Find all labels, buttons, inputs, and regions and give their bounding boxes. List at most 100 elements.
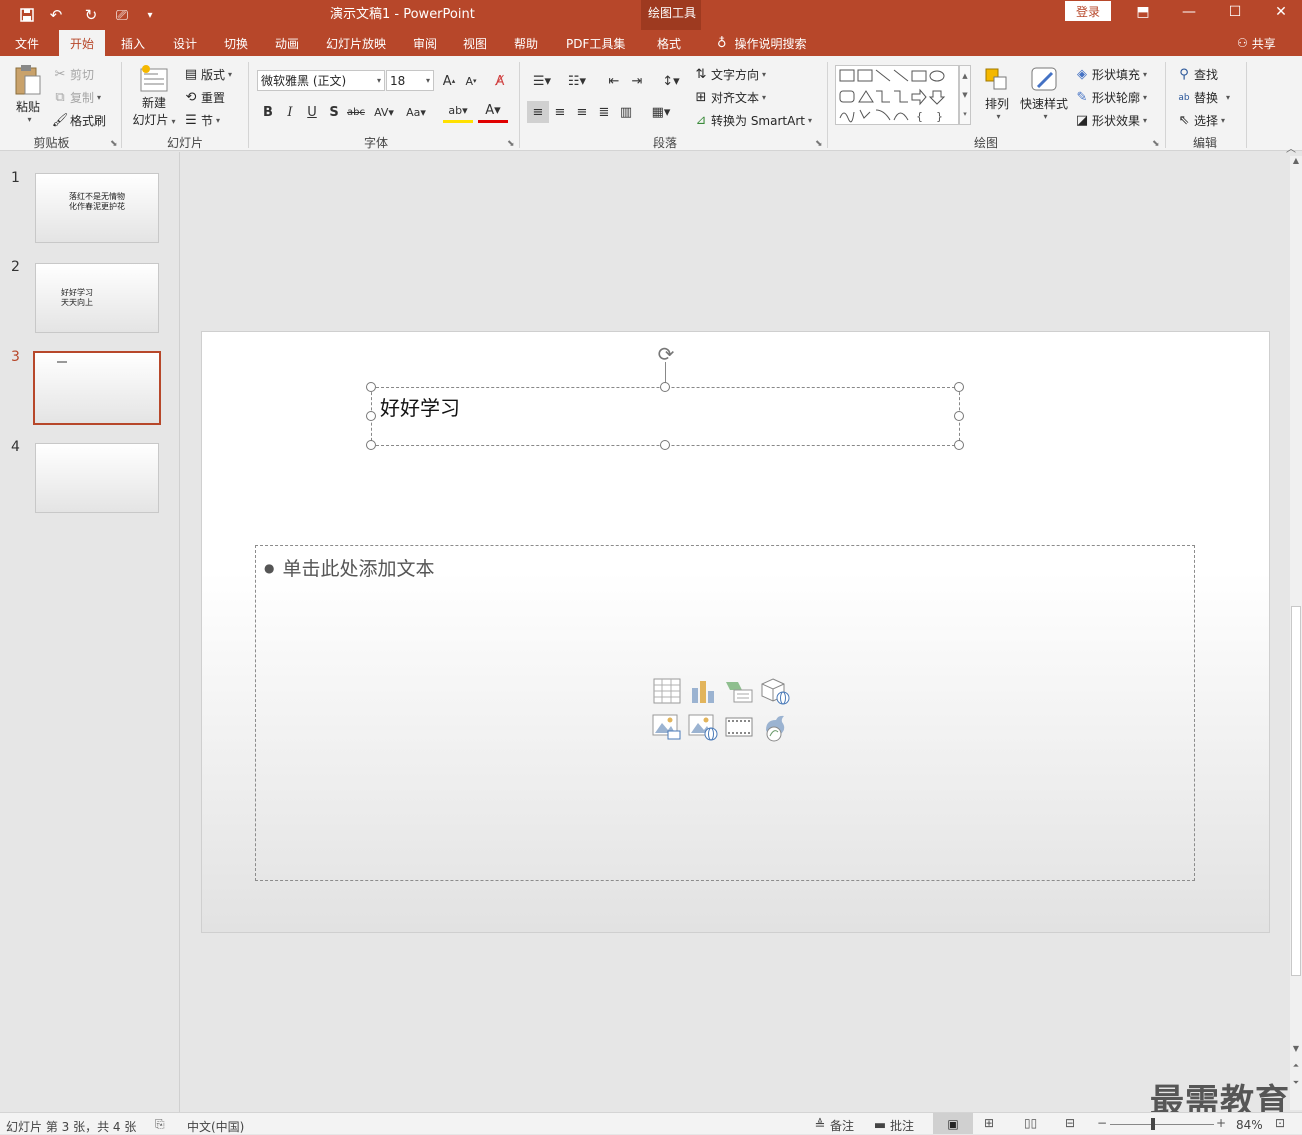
font-size-select[interactable]: 18 ▾ xyxy=(386,70,434,91)
slide-thumbnail-4[interactable] xyxy=(35,443,159,513)
scrollbar-thumb[interactable] xyxy=(1291,606,1301,976)
zoom-slider-thumb[interactable] xyxy=(1151,1118,1155,1130)
strikethrough-icon[interactable]: abc xyxy=(345,101,367,123)
paragraph-launcher-icon[interactable]: ⬊ xyxy=(815,139,823,149)
language-status[interactable]: 中文(中国) xyxy=(187,1118,244,1135)
shape-fill-button[interactable]: ◈ 形状填充 ▾ xyxy=(1074,66,1147,83)
align-left-icon[interactable]: ≡ xyxy=(527,101,549,123)
resize-handle[interactable] xyxy=(366,411,376,421)
notes-button[interactable]: ≜ 备注 xyxy=(812,1117,854,1134)
collapse-ribbon-icon[interactable]: ︿ xyxy=(1286,140,1296,155)
slide-thumbnail-1[interactable]: 落红不是无情物 化作春泥更护花 xyxy=(35,173,159,243)
resize-handle[interactable] xyxy=(954,411,964,421)
shape-effects-button[interactable]: ◪ 形状效果 ▾ xyxy=(1074,112,1147,129)
resize-handle[interactable] xyxy=(954,440,964,450)
scroll-down-icon[interactable]: ▼ xyxy=(1290,1044,1302,1058)
change-case-icon[interactable]: Aa▾ xyxy=(401,101,431,123)
tab-slideshow[interactable]: 幻灯片放映 xyxy=(315,30,397,56)
tab-home[interactable]: 开始 xyxy=(59,30,106,56)
scroll-up-icon[interactable]: ▲ xyxy=(1290,156,1302,170)
insert-smartart-icon[interactable] xyxy=(724,676,754,706)
insert-picture-icon[interactable] xyxy=(652,712,682,742)
comments-button[interactable]: ▬ 批注 xyxy=(872,1117,914,1134)
distributed-icon[interactable]: ▥ xyxy=(615,101,637,123)
slide-thumbnail-2[interactable]: 好好学习 天天向上 xyxy=(35,263,159,333)
font-name-select[interactable]: 微软雅黑 (正文) ▾ xyxy=(257,70,385,91)
resize-handle[interactable] xyxy=(366,440,376,450)
reset-button[interactable]: ⟲ 重置 xyxy=(183,89,225,106)
numbering-icon[interactable]: ☷▾ xyxy=(562,70,592,92)
insert-online-picture-icon[interactable] xyxy=(688,712,718,742)
fit-to-window-icon[interactable]: ⊡ xyxy=(1275,1116,1285,1130)
start-from-beginning-icon[interactable]: ⎚ xyxy=(111,4,133,26)
title-placeholder[interactable]: 好好学习 xyxy=(371,387,960,446)
scroll-up-icon[interactable]: ▲ xyxy=(962,72,967,80)
normal-view-icon[interactable]: ▣ xyxy=(933,1113,973,1134)
font-color-icon[interactable]: A▾ xyxy=(478,101,508,123)
vertical-scrollbar[interactable]: ▲ ▼ ⏶ ⏷ xyxy=(1290,156,1302,1110)
scroll-down-icon[interactable]: ▼ xyxy=(962,91,967,99)
customize-toolbar-icon[interactable]: ▾ xyxy=(139,4,161,26)
bullets-icon[interactable]: ☰▾ xyxy=(527,70,557,92)
find-button[interactable]: ⚲ 查找 xyxy=(1176,66,1218,83)
tab-view[interactable]: 视图 xyxy=(452,30,498,56)
minimize-icon[interactable]: — xyxy=(1166,0,1212,24)
section-button[interactable]: ☰ 节 ▾ xyxy=(183,112,220,129)
decrease-indent-icon[interactable]: ⇤ xyxy=(603,70,625,92)
align-right-icon[interactable]: ≡ xyxy=(571,101,593,123)
clear-formatting-icon[interactable]: A̸ xyxy=(489,70,511,92)
insert-video-icon[interactable] xyxy=(724,712,754,742)
align-center-icon[interactable]: ≡ xyxy=(549,101,571,123)
shapes-scroll[interactable]: ▲ ▼ ▾ xyxy=(959,65,971,125)
new-slide-button[interactable]: 新建 幻灯片 ▾ xyxy=(130,64,178,130)
font-launcher-icon[interactable]: ⬊ xyxy=(507,139,515,149)
underline-icon[interactable]: U xyxy=(301,101,323,123)
character-spacing-icon[interactable]: AV▾ xyxy=(369,101,399,123)
tab-design[interactable]: 设计 xyxy=(162,30,208,56)
spellcheck-icon[interactable]: ⎘ xyxy=(155,1117,165,1132)
bold-icon[interactable]: B xyxy=(257,101,279,123)
clipboard-launcher-icon[interactable]: ⬊ xyxy=(110,139,118,149)
tab-format[interactable]: 格式 xyxy=(646,30,692,56)
zoom-in-icon[interactable]: + xyxy=(1216,1116,1226,1130)
tab-help[interactable]: 帮助 xyxy=(503,30,549,56)
drawing-launcher-icon[interactable]: ⬊ xyxy=(1152,139,1160,149)
zoom-level[interactable]: 84% xyxy=(1236,1118,1263,1132)
layout-button[interactable]: ▤ 版式 ▾ xyxy=(183,66,232,83)
slide-sorter-icon[interactable]: ⊞ xyxy=(984,1116,994,1130)
cut-button[interactable]: ✂ 剪切 xyxy=(52,66,94,83)
align-text-button[interactable]: ⊞ 对齐文本 ▾ xyxy=(693,89,766,106)
redo-icon[interactable]: ↻ xyxy=(80,4,102,26)
highlight-icon[interactable]: ab▾ xyxy=(443,101,473,123)
next-slide-icon[interactable]: ⏷ xyxy=(1290,1078,1302,1092)
previous-slide-icon[interactable]: ⏶ xyxy=(1290,1061,1302,1075)
smartart-button[interactable]: ⊿ 转换为 SmartArt ▾ xyxy=(693,112,812,129)
share-button[interactable]: ⚇ 共享 xyxy=(1226,30,1287,56)
replace-button[interactable]: ab 替换 ▾ xyxy=(1176,89,1230,106)
tab-insert[interactable]: 插入 xyxy=(110,30,156,56)
slide-thumbnail-3[interactable] xyxy=(33,351,161,425)
arrange-button[interactable]: 排列 ▾ xyxy=(979,65,1015,127)
shadow-icon[interactable]: S xyxy=(323,101,345,123)
resize-handle[interactable] xyxy=(660,440,670,450)
tab-file[interactable]: 文件 xyxy=(4,30,50,56)
shape-outline-button[interactable]: ✎ 形状轮廓 ▾ xyxy=(1074,89,1147,106)
maximize-icon[interactable]: ☐ xyxy=(1212,0,1258,24)
reading-view-icon[interactable]: ▯▯ xyxy=(1024,1116,1037,1130)
line-spacing-icon[interactable]: ↕▾ xyxy=(656,70,686,92)
insert-3d-model-icon[interactable] xyxy=(760,676,790,706)
copy-button[interactable]: ⧉ 复制 ▾ xyxy=(52,89,101,106)
format-painter-button[interactable]: 🖌 格式刷 xyxy=(52,112,106,129)
login-button[interactable]: 登录 xyxy=(1065,1,1111,21)
justify-icon[interactable]: ≣ xyxy=(593,101,615,123)
insert-icons-icon[interactable] xyxy=(760,712,790,742)
content-placeholder-text[interactable]: ● 单击此处添加文本 xyxy=(264,554,435,581)
rotate-handle-icon[interactable]: ⟳ xyxy=(654,342,678,366)
increase-font-size-icon[interactable]: A ▴ xyxy=(438,70,460,92)
insert-table-icon[interactable] xyxy=(652,676,682,706)
resize-handle[interactable] xyxy=(954,382,964,392)
resize-handle[interactable] xyxy=(660,382,670,392)
tab-pdf[interactable]: PDF工具集 xyxy=(555,30,636,56)
columns-icon[interactable]: ▦▾ xyxy=(646,101,676,123)
increase-indent-icon[interactable]: ⇥ xyxy=(626,70,648,92)
